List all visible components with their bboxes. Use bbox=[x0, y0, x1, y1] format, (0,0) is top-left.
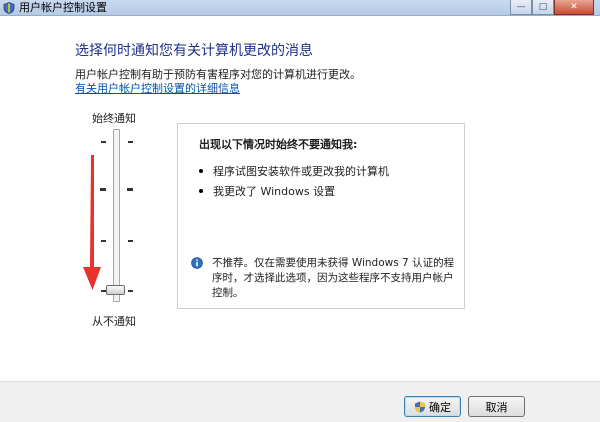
slider-tick bbox=[127, 188, 133, 191]
list-item-text: 我更改了 Windows 设置 bbox=[213, 185, 336, 198]
slider-tick bbox=[128, 240, 133, 242]
uac-help-link[interactable]: 有关用户帐户控制设置的详细信息 bbox=[75, 80, 240, 96]
slider-tick bbox=[128, 141, 133, 143]
close-button[interactable]: ✕ bbox=[554, 0, 594, 15]
page-title: 选择何时通知您有关计算机更改的消息 bbox=[75, 43, 313, 59]
slider-bottom-label: 从不通知 bbox=[92, 315, 136, 328]
cancel-button[interactable]: 取消 bbox=[468, 396, 525, 417]
slider-top-label: 始终通知 bbox=[92, 112, 136, 125]
slider-tick bbox=[128, 290, 133, 292]
notification-slider-track[interactable] bbox=[113, 129, 120, 302]
red-down-arrow-icon bbox=[83, 155, 101, 290]
window-title: 用户帐户控制设置 bbox=[19, 1, 107, 14]
ok-button[interactable]: 确定 bbox=[404, 396, 461, 417]
minimize-button[interactable]: — bbox=[510, 0, 532, 15]
list-item: 我更改了 Windows 设置 bbox=[199, 183, 335, 199]
list-item: 程序试图安装软件或更改我的计算机 bbox=[199, 163, 389, 179]
info-icon bbox=[191, 257, 203, 269]
bullet-icon bbox=[199, 189, 203, 193]
slider-tick bbox=[101, 141, 106, 143]
list-item-text: 程序试图安装软件或更改我的计算机 bbox=[213, 165, 389, 178]
ok-button-label: 确定 bbox=[429, 400, 451, 414]
window-controls: — □ ✕ bbox=[510, 0, 594, 15]
uac-shield-icon bbox=[415, 401, 425, 412]
recommendation-note: 不推荐。仅在需要使用未获得 Windows 7 认证的程序时，才选择此选项，因为… bbox=[212, 257, 455, 299]
setting-description-title: 出现以下情况时始终不要通知我: bbox=[199, 138, 358, 151]
maximize-button[interactable]: □ bbox=[532, 0, 554, 15]
slider-thumb[interactable] bbox=[106, 285, 125, 295]
uac-app-icon bbox=[3, 2, 15, 14]
bullet-icon bbox=[199, 169, 203, 173]
title-bar: 用户帐户控制设置 — □ ✕ bbox=[0, 0, 600, 16]
